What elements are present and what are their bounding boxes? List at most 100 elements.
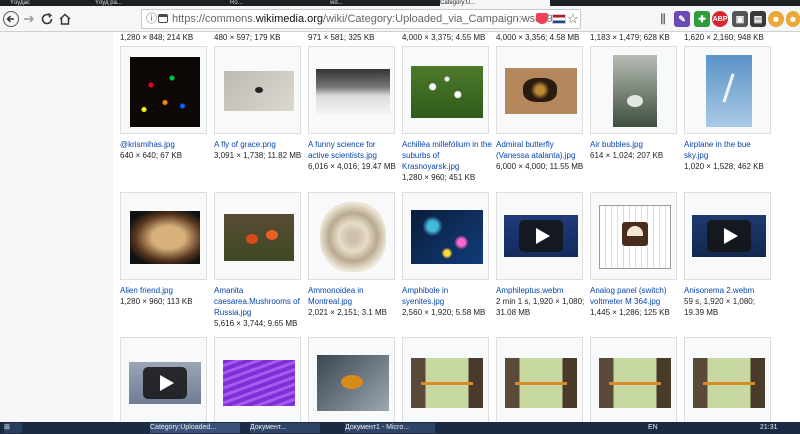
file-meta: 640 × 640; 67 KB [120,151,183,160]
puzzle-extension-icon[interactable]: ✚ [694,11,710,27]
file-name-link[interactable]: A fly of grace.png [214,139,304,150]
thumbnail-image [320,202,386,272]
dropper-extension-icon[interactable]: ✎ [674,11,690,27]
taskbar-item-document[interactable]: Документ... [250,423,320,433]
thumbnail-image [130,211,200,264]
thumbnail-image [223,360,295,406]
file-meta: 5,616 × 3,744; 9.65 MB [214,319,298,328]
file-meta: 1,280 × 960; 451 KB [402,173,476,182]
file-name-link[interactable]: @krismihas.jpg [120,139,210,150]
thumbnail-image [317,355,389,411]
file-name-link[interactable]: Anisonema 2.webm [684,285,774,296]
thumbnail-image [316,69,390,114]
gallery-thumbnail[interactable] [214,337,301,422]
file-meta: 2,560 × 1,920; 5.58 MB [402,308,486,317]
gallery-thumbnail[interactable] [684,46,771,134]
thumbnail-image [599,358,671,408]
reload-icon [41,12,53,25]
bookmark-star-icon[interactable]: ☆ [567,10,579,28]
file-meta: 1,020 × 1,528; 462 KB [684,162,764,171]
gallery-thumbnail[interactable] [308,46,395,134]
language-indicator[interactable]: EN [648,423,662,433]
gallery-thumbnail[interactable] [214,192,301,280]
thumbnail-image [505,358,577,408]
media-gallery: 1,280 × 848; 214 KB 480 × 597; 179 KB 97… [0,32,800,422]
thumbnail-image [130,57,200,127]
translate-flag-icon[interactable] [552,14,566,24]
file-name-link[interactable]: Ammonoidea in Montreal.jpg [308,285,398,307]
thumbnail-image [599,205,671,269]
windows-taskbar: ⊞ Category:Uploaded... Документ... Докум… [0,422,800,434]
play-icon [519,220,563,252]
clock[interactable]: 21:31 [760,423,794,433]
gallery-thumbnail[interactable] [496,192,583,280]
file-name-link[interactable]: Airplane in the bue sky.jpg [684,139,774,161]
site-info-icon[interactable]: ⓘ [146,10,158,28]
start-button[interactable]: ⊞ [4,423,22,433]
file-name-link[interactable]: Air bubbles.jpg [590,139,680,150]
gallery-thumbnail[interactable] [590,192,677,280]
play-icon [707,220,751,252]
thumbnail-image [224,214,294,261]
url-bar[interactable]: ⓘ https://commons.wikimedia.org/wiki/Cat… [141,9,581,29]
file-meta: 3,091 × 1,738; 11.82 MB [214,151,302,160]
gallery-thumbnail[interactable] [496,46,583,134]
navigation-toolbar: ⓘ https://commons.wikimedia.org/wiki/Cat… [0,6,800,32]
window-icon[interactable]: ▣ [732,11,748,27]
reload-button[interactable] [38,10,56,28]
gallery-thumbnail[interactable] [120,337,207,422]
monkey-extension-icon[interactable]: ☻ [786,11,800,27]
back-button[interactable] [2,10,20,28]
thumbnail-image [411,66,483,118]
gallery-thumbnail[interactable] [402,192,489,280]
thumbnail-image [693,358,765,408]
gallery-thumbnail[interactable] [308,192,395,280]
file-meta: 6,016 × 4,016; 19.47 MB [308,162,396,171]
forward-arrow-icon [24,15,35,23]
avatar-extension-icon[interactable]: ☻ [768,11,784,27]
file-name-link[interactable]: Admiral butterfly (Vanessa atalanta).jpg [496,139,586,161]
file-name-link[interactable]: A funny science for active scientists.jp… [308,139,398,161]
file-name-link[interactable]: Achilléa millefólium in the suburbs of K… [402,139,492,172]
gallery-thumbnail[interactable] [402,337,489,422]
thumbnail-image [706,55,752,127]
gallery-thumbnail[interactable] [402,46,489,134]
lock-icon [158,14,168,23]
url-scheme: https://commons. [172,13,256,25]
gallery-thumbnail[interactable] [214,46,301,134]
file-name-link[interactable]: Alien friend.jpg [120,285,210,296]
gallery-thumbnail[interactable] [590,46,677,134]
adblock-icon[interactable]: ABP [712,11,728,27]
thumbnail-image [505,68,577,114]
gallery-thumbnail[interactable] [120,192,207,280]
library-icon[interactable]: ⫼ [654,10,672,28]
file-name-link[interactable]: Analog panel (switch) voltmeter M 364.jp… [590,285,680,307]
taskbar-item-browser[interactable]: Category:Uploaded... [150,423,240,433]
gallery-thumbnail[interactable] [590,337,677,422]
taskbar-item-word[interactable]: Документ1 - Micro... [345,423,435,433]
thumbnail-image [613,55,657,127]
reader-icon[interactable]: ▤ [750,11,766,27]
gallery-thumbnail[interactable] [308,337,395,422]
gallery-thumbnail[interactable] [684,192,771,280]
page-actions-menu-icon[interactable]: ··· [516,10,527,28]
gallery-meta: 1,620 × 2,160; 948 KB [684,33,764,42]
gallery-meta: 1,280 × 848; 214 KB [120,33,194,42]
gallery-meta: 4,000 × 3,356; 4.58 MB [496,33,580,42]
gallery-meta: 4,000 × 3,375; 4.55 MB [402,33,486,42]
file-name-link[interactable]: Amphibole in syenites.jpg [402,285,492,307]
gallery-thumbnail[interactable] [496,337,583,422]
home-icon [59,13,71,25]
thumbnail-image [504,215,578,257]
home-button[interactable] [56,10,74,28]
gallery-meta: 480 × 597; 179 KB [214,33,281,42]
file-name-link[interactable]: Amanita caesarea.Mushrooms of Russia.jpg [214,285,304,318]
file-name-link[interactable]: Amphileptus.webm [496,285,586,296]
url-text[interactable]: https://commons.wikimedia.org/wiki/Categ… [172,10,566,28]
thumbnail-image [224,71,294,111]
gallery-meta: 971 × 581; 325 KB [308,33,375,42]
thumbnail-image [411,210,483,264]
forward-button[interactable] [20,10,38,28]
gallery-thumbnail[interactable] [684,337,771,422]
gallery-thumbnail[interactable] [120,46,207,134]
